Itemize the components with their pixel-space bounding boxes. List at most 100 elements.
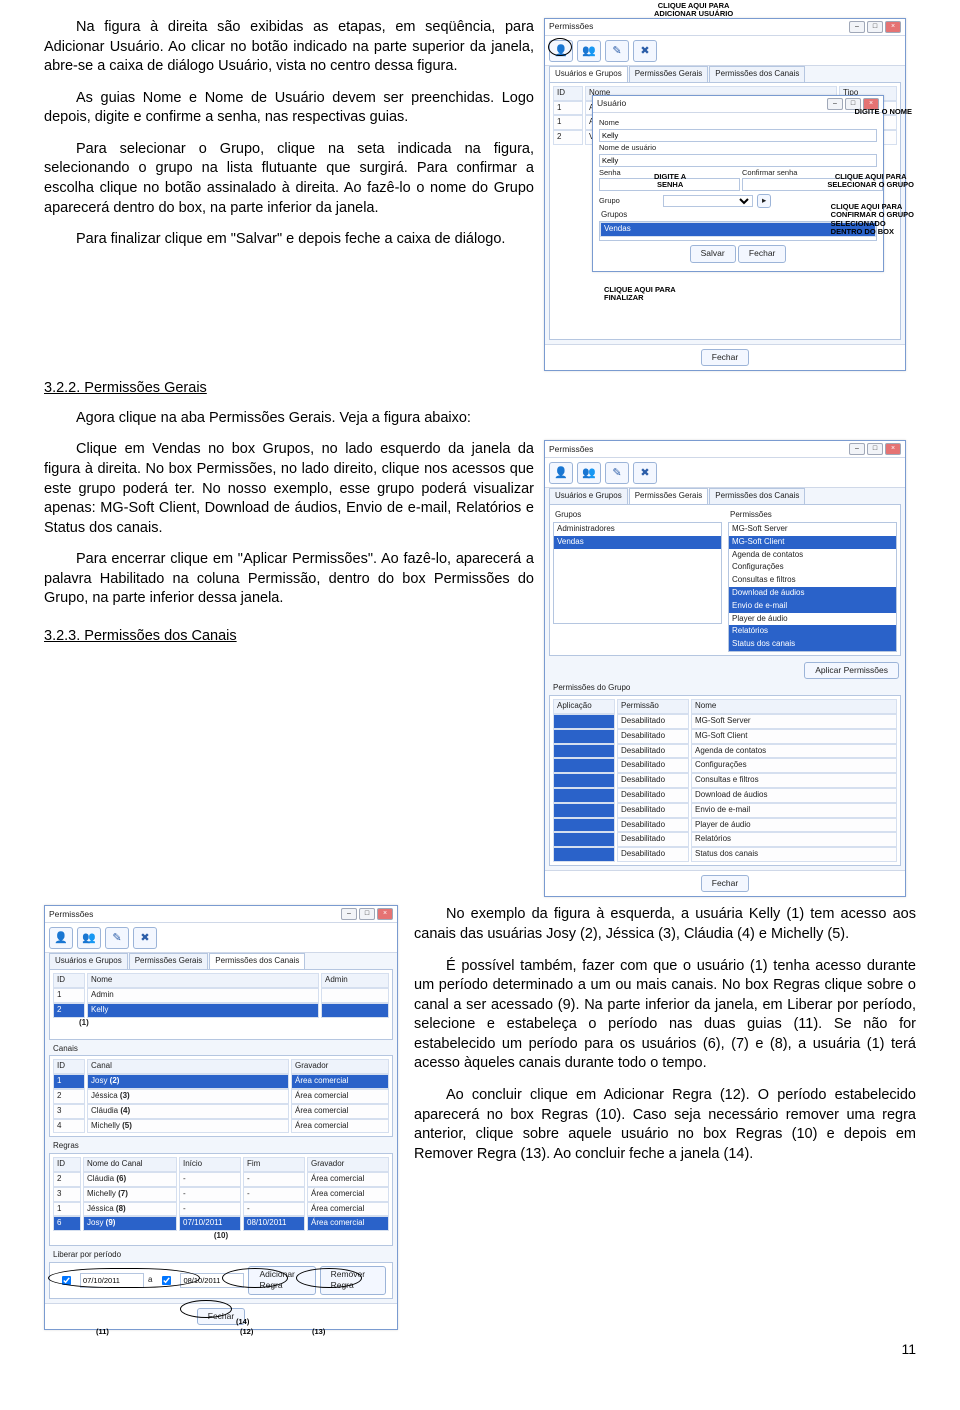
group-item[interactable]: Administradores	[554, 523, 721, 536]
delete-icon[interactable]: ✖	[633, 462, 657, 484]
edit-icon[interactable]: ✎	[105, 927, 129, 949]
tab-permissoes-canais[interactable]: Permissões dos Canais	[709, 488, 805, 504]
marker: (14)	[236, 1318, 249, 1326]
tab-usuarios-grupos[interactable]: Usuários e Grupos	[49, 953, 128, 969]
minimize-icon[interactable]: –	[827, 98, 843, 110]
permission-item[interactable]: Consultas e filtros	[729, 574, 896, 587]
paragraph: Na figura à direita são exibidas as etap…	[44, 18, 534, 77]
date-start[interactable]	[80, 1273, 144, 1288]
tab-permissoes-gerais[interactable]: Permissões Gerais	[629, 66, 709, 82]
tab-permissoes-canais[interactable]: Permissões dos Canais	[209, 953, 305, 969]
table-row[interactable]: 6Josy (9)07/10/201108/10/2011Área comerc…	[53, 1216, 389, 1231]
add-user-icon[interactable]: 👤	[549, 462, 573, 484]
fechar-button[interactable]: Fechar	[738, 245, 786, 262]
close-icon[interactable]: ×	[885, 443, 901, 455]
tab-permissoes-gerais[interactable]: Permissões Gerais	[129, 953, 209, 969]
permissions-listbox[interactable]: MG-Soft ServerMG-Soft ClientAgenda de co…	[728, 522, 897, 652]
permission-item[interactable]: Agenda de contatos	[729, 549, 896, 562]
adicionar-regra-button[interactable]: Adicionar Regra	[248, 1266, 315, 1295]
table-row[interactable]: 4Michelly (5)Área comercial	[53, 1119, 389, 1134]
window-title: Permissões	[549, 444, 593, 455]
label-nome-usuario: Nome de usuário	[599, 143, 659, 153]
groups-listbox[interactable]: Administradores Vendas	[553, 522, 722, 624]
edit-icon[interactable]: ✎	[605, 40, 629, 62]
edit-icon[interactable]: ✎	[605, 462, 629, 484]
paragraph: No exemplo da figura à esquerda, a usuár…	[414, 905, 916, 944]
tab-permissoes-gerais[interactable]: Permissões Gerais	[629, 488, 709, 504]
minimize-icon[interactable]: –	[849, 443, 865, 455]
table-row[interactable]: 3Michelly (7)--Área comercial	[53, 1187, 389, 1202]
grupo-select[interactable]	[663, 195, 753, 207]
heading-323: 3.2.3. Permissões dos Canais	[44, 627, 534, 647]
tab-usuarios-grupos[interactable]: Usuários e Grupos	[549, 66, 628, 82]
add-user-icon[interactable]: 👤	[49, 927, 73, 949]
permission-item[interactable]: Configurações	[729, 561, 896, 574]
callout-senha: DIGITE A SENHA	[654, 173, 686, 190]
table-row[interactable]: DesabilitadoStatus dos canais	[553, 847, 897, 862]
table-row[interactable]: DesabilitadoConsultas e filtros	[553, 773, 897, 788]
table-row[interactable]: DesabilitadoRelatórios	[553, 832, 897, 847]
permission-item[interactable]: MG-Soft Client	[729, 536, 896, 549]
close-icon[interactable]: ×	[377, 908, 393, 920]
add-user-icon[interactable]: 👤	[549, 40, 573, 62]
tab-usuarios-grupos[interactable]: Usuários e Grupos	[549, 488, 628, 504]
callout-add-user: CLIQUE AQUI PARA ADICIONAR USUÁRIO	[654, 2, 733, 19]
permission-item[interactable]: Download de áudios	[729, 587, 896, 600]
table-row[interactable]: DesabilitadoDownload de áudios	[553, 788, 897, 803]
fechar-button[interactable]: Fechar	[701, 875, 749, 892]
tab-permissoes-canais[interactable]: Permissões dos Canais	[709, 66, 805, 82]
nome-field[interactable]	[599, 129, 877, 142]
window-title: Permissões	[549, 21, 593, 32]
table-row[interactable]: 1 Admin	[53, 988, 389, 1003]
table-row[interactable]: DesabilitadoMG-Soft Server	[553, 714, 897, 729]
permission-item[interactable]: Relatórios	[729, 625, 896, 638]
delete-icon[interactable]: ✖	[633, 40, 657, 62]
paragraph: Para encerrar clique em "Aplicar Permiss…	[44, 550, 534, 609]
groups-label: Grupos	[555, 510, 722, 521]
period-checkbox-end[interactable]	[162, 1276, 171, 1285]
table-row[interactable]: 1Josy (2)Área comercial	[53, 1074, 389, 1089]
permissions-label: Permissões	[730, 510, 897, 521]
table-row[interactable]: 2 Kelly	[53, 1003, 389, 1018]
nome-usuario-field[interactable]	[599, 154, 877, 167]
users-header: ID Nome Admin	[53, 973, 389, 988]
add-group-icon[interactable]: 👥	[577, 40, 601, 62]
maximize-icon[interactable]: □	[867, 443, 883, 455]
confirm-group-button[interactable]: ▸	[757, 194, 771, 207]
label-senha: Senha	[599, 168, 659, 178]
regras-header: ID Nome do Canal Início Fim Gravador	[53, 1157, 389, 1172]
window-title: Permissões	[49, 909, 93, 920]
marker: (12)	[240, 1328, 253, 1336]
maximize-icon[interactable]: □	[867, 21, 883, 33]
table-row[interactable]: DesabilitadoMG-Soft Client	[553, 729, 897, 744]
aplicar-permissoes-button[interactable]: Aplicar Permissões	[804, 662, 899, 679]
salvar-button[interactable]: Salvar	[690, 245, 736, 262]
date-end[interactable]	[180, 1273, 244, 1288]
permission-item[interactable]: Status dos canais	[729, 638, 896, 651]
table-row[interactable]: 3Cláudia (4)Área comercial	[53, 1104, 389, 1119]
paragraph: Clique em Vendas no box Grupos, no lado …	[44, 440, 534, 538]
add-group-icon[interactable]: 👥	[77, 927, 101, 949]
minimize-icon[interactable]: –	[849, 21, 865, 33]
table-row[interactable]: DesabilitadoEnvio de e-mail	[553, 803, 897, 818]
pg-header: Aplicação Permissão Nome	[553, 699, 897, 714]
table-row[interactable]: 1Jéssica (8)--Área comercial	[53, 1202, 389, 1217]
table-row[interactable]: DesabilitadoAgenda de contatos	[553, 744, 897, 759]
remover-regra-button[interactable]: Remover Regra	[320, 1266, 386, 1295]
permission-item[interactable]: MG-Soft Server	[729, 523, 896, 536]
permission-item[interactable]: Player de áudio	[729, 613, 896, 626]
table-row[interactable]: DesabilitadoPlayer de áudio	[553, 818, 897, 833]
close-icon[interactable]: ×	[885, 21, 901, 33]
add-group-icon[interactable]: 👥	[577, 462, 601, 484]
delete-icon[interactable]: ✖	[133, 927, 157, 949]
permission-item[interactable]: Envio de e-mail	[729, 600, 896, 613]
group-item-selected[interactable]: Vendas	[554, 536, 721, 549]
fechar-button[interactable]: Fechar	[701, 349, 749, 366]
maximize-icon[interactable]: □	[359, 908, 375, 920]
minimize-icon[interactable]: –	[341, 908, 357, 920]
table-row[interactable]: 2Cláudia (6)--Área comercial	[53, 1172, 389, 1187]
table-row[interactable]: 2Jéssica (3)Área comercial	[53, 1089, 389, 1104]
regras-label: Regras	[47, 1141, 397, 1152]
table-row[interactable]: DesabilitadoConfigurações	[553, 758, 897, 773]
period-checkbox[interactable]	[62, 1276, 71, 1285]
